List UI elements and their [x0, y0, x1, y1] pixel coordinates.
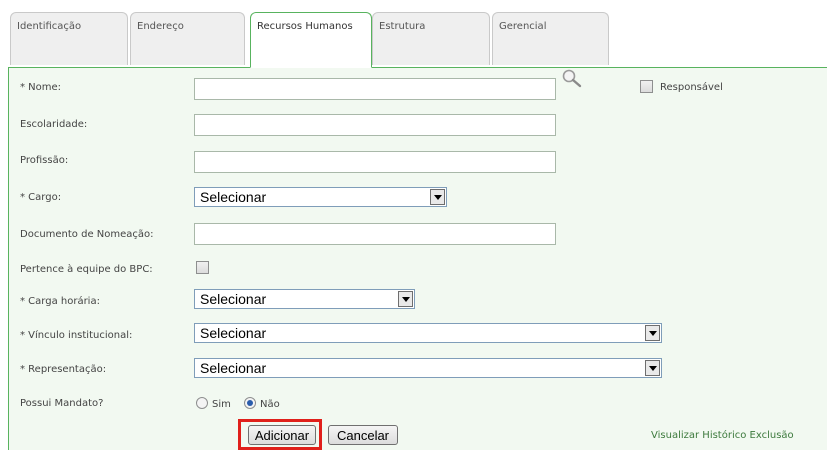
- documento-nomeacao-label: Documento de Nomeação:: [20, 229, 154, 240]
- search-icon[interactable]: [561, 68, 585, 90]
- tab-label: Gerencial: [499, 21, 547, 32]
- tab-label: Recursos Humanos: [257, 21, 353, 32]
- cancelar-button[interactable]: Cancelar: [328, 425, 398, 445]
- possui-mandato-label: Possui Mandato?: [20, 398, 104, 409]
- representacao-label: * Representação:: [20, 364, 107, 375]
- mandato-sim-radio[interactable]: [196, 397, 208, 409]
- tab-gerencial[interactable]: Gerencial: [492, 12, 609, 65]
- equipe-bpc-label: Pertence à equipe do BPC:: [20, 264, 153, 275]
- escolaridade-input[interactable]: [194, 114, 556, 136]
- mandato-nao-radio[interactable]: [244, 397, 256, 409]
- representacao-selected-value: Selecionar: [200, 360, 267, 376]
- carga-horaria-select[interactable]: Selecionar: [194, 289, 415, 309]
- tab-endereco[interactable]: Endereço: [130, 12, 245, 65]
- cargo-label: * Cargo:: [20, 192, 62, 203]
- adicionar-button[interactable]: Adicionar: [248, 425, 316, 445]
- chevron-down-icon[interactable]: [645, 325, 660, 341]
- equipe-bpc-checkbox[interactable]: [196, 261, 209, 274]
- vinculo-institucional-select[interactable]: Selecionar: [194, 323, 662, 343]
- carga-horaria-label: * Carga horária:: [20, 296, 100, 307]
- cargo-selected-value: Selecionar: [200, 189, 267, 205]
- tab-label: Estrutura: [379, 21, 426, 32]
- representacao-select[interactable]: Selecionar: [194, 358, 662, 378]
- chevron-down-icon[interactable]: [398, 291, 413, 307]
- tab-recursos-humanos[interactable]: Recursos Humanos: [250, 12, 372, 68]
- profissao-input[interactable]: [194, 151, 556, 173]
- responsavel-checkbox[interactable]: [640, 80, 653, 93]
- mandato-sim-label: Sim: [212, 399, 231, 410]
- carga-horaria-selected-value: Selecionar: [200, 291, 267, 307]
- cargo-select[interactable]: Selecionar: [194, 187, 447, 207]
- vinculo-institucional-selected-value: Selecionar: [200, 325, 267, 341]
- chevron-down-icon[interactable]: [430, 189, 445, 205]
- nome-label: * Nome:: [20, 82, 62, 93]
- tab-identificacao[interactable]: Identificação: [10, 12, 128, 65]
- responsavel-label: Responsável: [660, 82, 723, 93]
- tab-label: Identificação: [17, 21, 82, 32]
- documento-nomeacao-input[interactable]: [194, 223, 556, 245]
- visualizar-historico-exclusao-link[interactable]: Visualizar Histórico Exclusão: [651, 430, 794, 441]
- mandato-nao-label: Não: [260, 399, 280, 410]
- chevron-down-icon[interactable]: [645, 360, 660, 376]
- tab-estrutura[interactable]: Estrutura: [372, 12, 490, 65]
- escolaridade-label: Escolaridade:: [20, 119, 88, 130]
- tab-label: Endereço: [137, 21, 184, 32]
- nome-input[interactable]: [194, 78, 556, 100]
- vinculo-institucional-label: * Vínculo institucional:: [20, 330, 133, 341]
- profissao-label: Profissão:: [20, 155, 69, 166]
